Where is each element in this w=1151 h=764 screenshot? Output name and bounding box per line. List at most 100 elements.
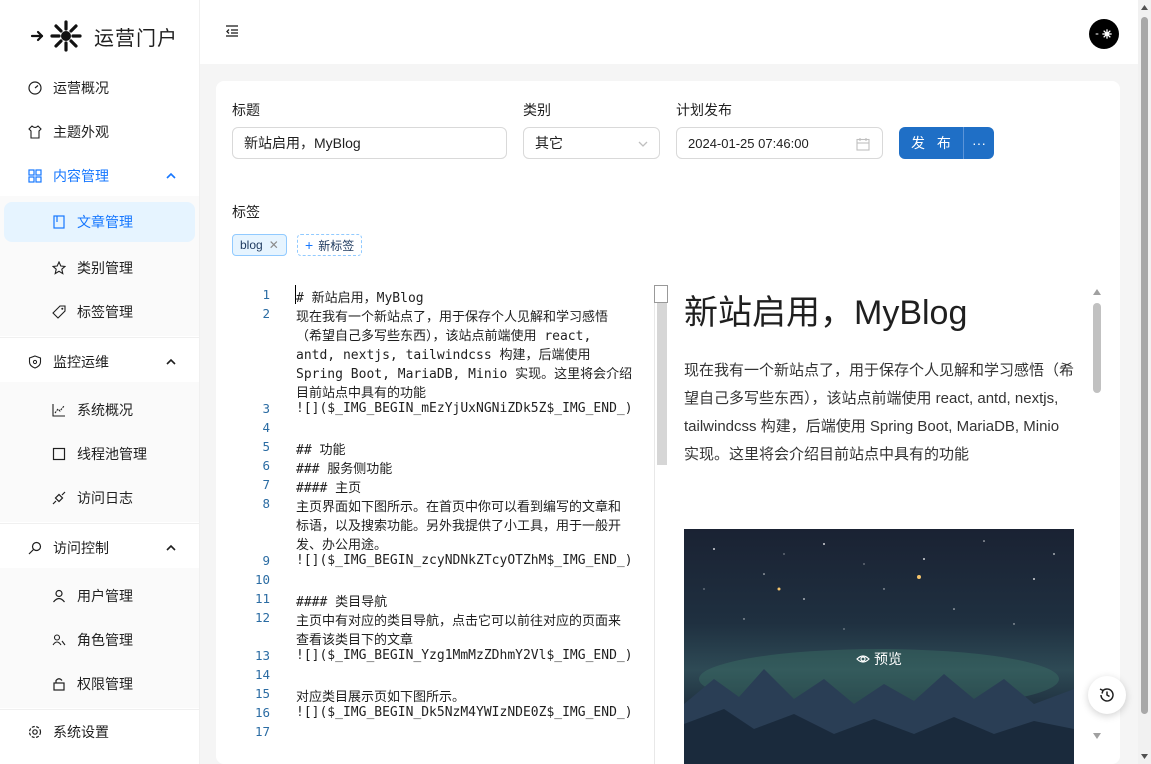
shirt-icon bbox=[27, 124, 43, 140]
tag-chip: blog ✕ bbox=[232, 234, 287, 256]
markdown-editor[interactable]: 1 # 新站启用，MyBlog 2 现在我有一个新站点了，用于保存个人见解和学习感悟 （… bbox=[232, 285, 669, 764]
publish-more-button[interactable]: ··· bbox=[963, 127, 994, 159]
title-input[interactable]: 新站启用，MyBlog bbox=[232, 127, 507, 159]
sidebar-item-label: 类别管理 bbox=[77, 260, 133, 276]
brand[interactable]: 运营门户 bbox=[30, 18, 178, 54]
sidebar-item-monitoring[interactable]: 监控运维 bbox=[0, 342, 199, 382]
code-line: ![]($_IMG_BEGIN_Dk5NzM4YWIzNDE0Z$_IMG_EN… bbox=[296, 705, 633, 720]
sidebar-item-settings[interactable]: 系统设置 bbox=[0, 712, 199, 752]
editor-scrollbar[interactable] bbox=[654, 285, 668, 764]
plus-icon: + bbox=[305, 237, 314, 253]
team-icon bbox=[51, 632, 67, 648]
sidebar-item-theme[interactable]: 主题外观 bbox=[0, 112, 199, 152]
appstore-icon bbox=[27, 168, 43, 184]
scroll-down-arrow-icon[interactable] bbox=[1138, 750, 1151, 762]
eye-icon bbox=[856, 655, 870, 663]
scroll-up-arrow-icon[interactable] bbox=[1138, 2, 1151, 14]
article-edit-card: 标题 新站启用，MyBlog 类别 其它 计划发布 2024-01-25 07:… bbox=[216, 81, 1120, 764]
sidebar-item-label: 运营概况 bbox=[53, 80, 109, 96]
code-line: 发、办公用途。 bbox=[296, 538, 388, 553]
category-label: 类别 bbox=[523, 102, 551, 118]
sidebar-item-content[interactable]: 内容管理 bbox=[0, 156, 199, 196]
history-icon bbox=[1099, 688, 1114, 702]
sidebar-item-label: 权限管理 bbox=[77, 676, 133, 692]
page-scrollbar[interactable] bbox=[1138, 0, 1151, 764]
logo-icon bbox=[30, 20, 82, 52]
editor-scrollbar-thumb[interactable] bbox=[657, 285, 667, 465]
code-line: #### 类目导航 bbox=[296, 595, 388, 610]
book-icon bbox=[51, 214, 67, 230]
sidebar-item-label: 主题外观 bbox=[53, 124, 109, 140]
history-float-button[interactable] bbox=[1088, 676, 1126, 714]
editor-scroll-corner bbox=[654, 285, 668, 303]
sidebar-item-label: 角色管理 bbox=[77, 632, 133, 648]
app-root: 运营门户 运营概况 主题外观 内容管理 文章管理 类别管理 标签管理 监控运维 … bbox=[0, 0, 1151, 764]
api-icon bbox=[51, 490, 67, 506]
sidebar-item-tags[interactable]: 标签管理 bbox=[0, 292, 199, 332]
code-line: Spring Boot, MariaDB, Minio 实现。这里将会介绍 bbox=[296, 367, 633, 382]
schedule-label: 计划发布 bbox=[676, 102, 732, 118]
sidebar-item-categories[interactable]: 类别管理 bbox=[0, 248, 199, 288]
category-select[interactable]: 其它 bbox=[523, 127, 660, 159]
menu-fold-icon[interactable] bbox=[224, 23, 240, 39]
logo-icon bbox=[1095, 29, 1112, 39]
code-line: 对应类目展示页如下图所示。 bbox=[296, 690, 466, 705]
close-icon[interactable]: ✕ bbox=[269, 238, 279, 252]
tag-icon bbox=[51, 304, 67, 320]
title-label: 标题 bbox=[232, 102, 260, 118]
chart-icon bbox=[51, 402, 67, 418]
scroll-up-arrow-icon[interactable] bbox=[1090, 287, 1104, 297]
sidebar-item-users[interactable]: 用户管理 bbox=[0, 576, 199, 616]
schedule-datepicker[interactable]: 2024-01-25 07:46:00 bbox=[676, 127, 883, 159]
code-line: 查看该类目下的文章 bbox=[296, 633, 414, 648]
menu-divider bbox=[0, 709, 199, 710]
sidebar-item-overview[interactable]: 运营概况 bbox=[0, 68, 199, 108]
preview-title: 新站启用，MyBlog bbox=[684, 294, 968, 332]
dashboard-icon bbox=[27, 80, 43, 96]
line-number: 6 bbox=[262, 458, 270, 473]
line-number: 15 bbox=[254, 686, 270, 701]
menu-divider bbox=[0, 523, 199, 524]
sidebar-item-access-log[interactable]: 访问日志 bbox=[0, 478, 199, 518]
schedule-datepicker-value: 2024-01-25 07:46:00 bbox=[688, 135, 809, 151]
sidebar-item-roles[interactable]: 角色管理 bbox=[0, 620, 199, 660]
sidebar-item-label: 文章管理 bbox=[77, 214, 133, 230]
preview-image[interactable]: 预览 bbox=[684, 529, 1074, 764]
square-icon bbox=[51, 446, 67, 462]
line-number: 8 bbox=[262, 496, 270, 511]
user-icon bbox=[51, 588, 67, 604]
scroll-down-arrow-icon[interactable] bbox=[1090, 731, 1104, 741]
sidebar-item-label: 访问控制 bbox=[53, 540, 109, 556]
markdown-preview: 新站启用，MyBlog 现在我有一个新站点了，用于保存个人见解和学习感悟（希望自… bbox=[684, 285, 1074, 764]
sidebar-item-threadpool[interactable]: 线程池管理 bbox=[0, 434, 199, 474]
page-scrollbar-thumb[interactable] bbox=[1141, 17, 1148, 714]
code-line: 现在我有一个新站点了，用于保存个人见解和学习感悟 bbox=[296, 310, 609, 325]
chevron-down-icon bbox=[638, 141, 648, 147]
code-line: ![]($_IMG_BEGIN_mEzYjUxNGNiZDk5Z$_IMG_EN… bbox=[296, 401, 633, 416]
publish-button[interactable]: 发 布 bbox=[899, 127, 963, 159]
tag-chip-label: blog bbox=[240, 238, 263, 252]
preview-scrollbar-thumb[interactable] bbox=[1093, 303, 1101, 393]
line-number: 13 bbox=[254, 648, 270, 663]
new-tag-button[interactable]: + 新标签 bbox=[297, 234, 363, 256]
preview-overlay[interactable]: 预览 bbox=[856, 649, 902, 669]
sidebar-item-system-overview[interactable]: 系统概况 bbox=[0, 390, 199, 430]
menu-divider bbox=[0, 337, 199, 338]
title-input-value: 新站启用，MyBlog bbox=[244, 135, 361, 151]
setting-icon bbox=[27, 724, 43, 740]
lock-icon bbox=[51, 676, 67, 692]
sidebar-item-label: 标签管理 bbox=[77, 304, 133, 320]
top-header bbox=[200, 0, 1138, 64]
code-line: 目前站点中具有的功能 bbox=[296, 386, 427, 401]
calendar-icon bbox=[856, 138, 870, 151]
sidebar-item-label: 内容管理 bbox=[53, 168, 109, 184]
sidebar-item-articles[interactable]: 文章管理 bbox=[4, 202, 195, 242]
chevron-up-icon bbox=[166, 358, 176, 365]
sidebar-item-access-control[interactable]: 访问控制 bbox=[0, 528, 199, 568]
line-number: 17 bbox=[254, 724, 270, 739]
category-select-value: 其它 bbox=[535, 135, 563, 151]
sidebar-item-label: 系统概况 bbox=[77, 402, 133, 418]
avatar[interactable] bbox=[1089, 19, 1119, 49]
sidebar-item-permissions[interactable]: 权限管理 bbox=[0, 664, 199, 704]
line-number: 1 bbox=[262, 287, 270, 302]
